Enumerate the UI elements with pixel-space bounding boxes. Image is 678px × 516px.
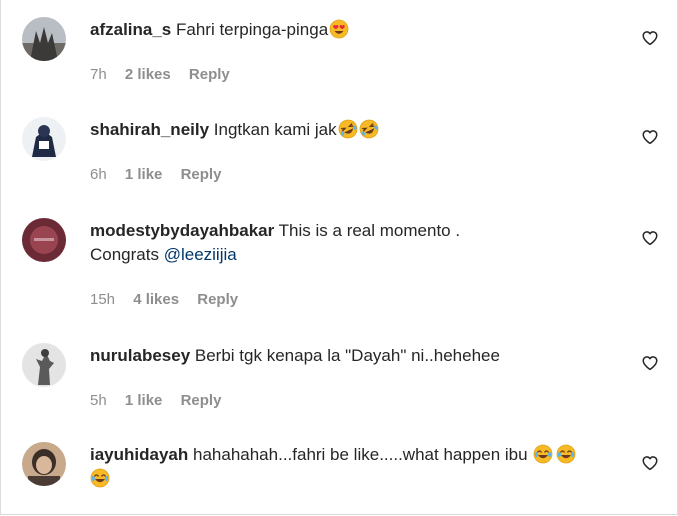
comment-text: Ingtkan kami jak (213, 120, 337, 139)
heart-outline-icon[interactable] (641, 454, 659, 472)
comment-likes[interactable]: 4 likes (133, 291, 179, 308)
comment-username[interactable]: afzalina_s (90, 20, 171, 39)
tears-of-joy-emoji-icon (533, 444, 553, 464)
comment-likes[interactable]: 1 like (125, 166, 163, 183)
rolling-laugh-emoji-icon (359, 119, 379, 139)
comment-text: Fahri terpinga-pinga (176, 20, 329, 39)
comment-time: 15h (90, 291, 116, 308)
comment-body: shahirah_neily Ingtkan kami jak (90, 118, 620, 142)
comment-body: modestybydayahbakar This is a real momen… (90, 219, 620, 267)
heart-eyes-emoji-icon (329, 19, 349, 39)
comment-body: iayuhidayah hahahahah...fahri be like...… (90, 443, 620, 491)
comment-time: 7h (90, 66, 107, 83)
tears-of-joy-emoji-icon (556, 444, 576, 464)
heart-outline-icon[interactable] (641, 354, 659, 372)
avatar[interactable] (22, 343, 66, 387)
comment-text-line: Congrats (90, 245, 164, 264)
comment-username[interactable]: nurulabesey (90, 346, 190, 365)
rolling-laugh-emoji-icon (338, 119, 358, 139)
comment-time: 5h (90, 392, 107, 409)
comment-body: nurulabesey Berbi tgk kenapa la "Dayah" … (90, 344, 620, 368)
comment-meta: 5h 1 like Reply (90, 392, 235, 409)
avatar[interactable] (22, 218, 66, 262)
comment-username[interactable]: modestybydayahbakar (90, 221, 274, 240)
comment-time: 6h (90, 166, 107, 183)
heart-outline-icon[interactable] (641, 128, 659, 146)
heart-outline-icon[interactable] (641, 29, 659, 47)
comment-text: hahahahah...fahri be like.....what happe… (193, 445, 528, 464)
reply-button[interactable]: Reply (181, 166, 222, 183)
reply-button[interactable]: Reply (189, 66, 230, 83)
heart-outline-icon[interactable] (641, 229, 659, 247)
reply-button[interactable]: Reply (181, 392, 222, 409)
comment-text: Berbi tgk kenapa la "Dayah" ni..hehehee (194, 346, 500, 365)
avatar[interactable] (22, 117, 66, 161)
avatar[interactable] (22, 442, 66, 486)
comment-username[interactable]: shahirah_neily (90, 120, 209, 139)
mention-link[interactable]: @leeziijia (164, 245, 237, 264)
comment-meta: 6h 1 like Reply (90, 166, 235, 183)
comment-likes[interactable]: 2 likes (125, 66, 171, 83)
comment-meta: 7h 2 likes Reply (90, 66, 244, 83)
comment-username[interactable]: iayuhidayah (90, 445, 188, 464)
tears-of-joy-emoji-icon (90, 468, 110, 488)
comment-likes[interactable]: 1 like (125, 392, 163, 409)
reply-button[interactable]: Reply (197, 291, 238, 308)
avatar[interactable] (22, 17, 66, 61)
comment-text: This is a real momento . (278, 221, 461, 240)
comment-body: afzalina_s Fahri terpinga-pinga (90, 18, 620, 42)
comment-meta: 15h 4 likes Reply (90, 291, 252, 308)
